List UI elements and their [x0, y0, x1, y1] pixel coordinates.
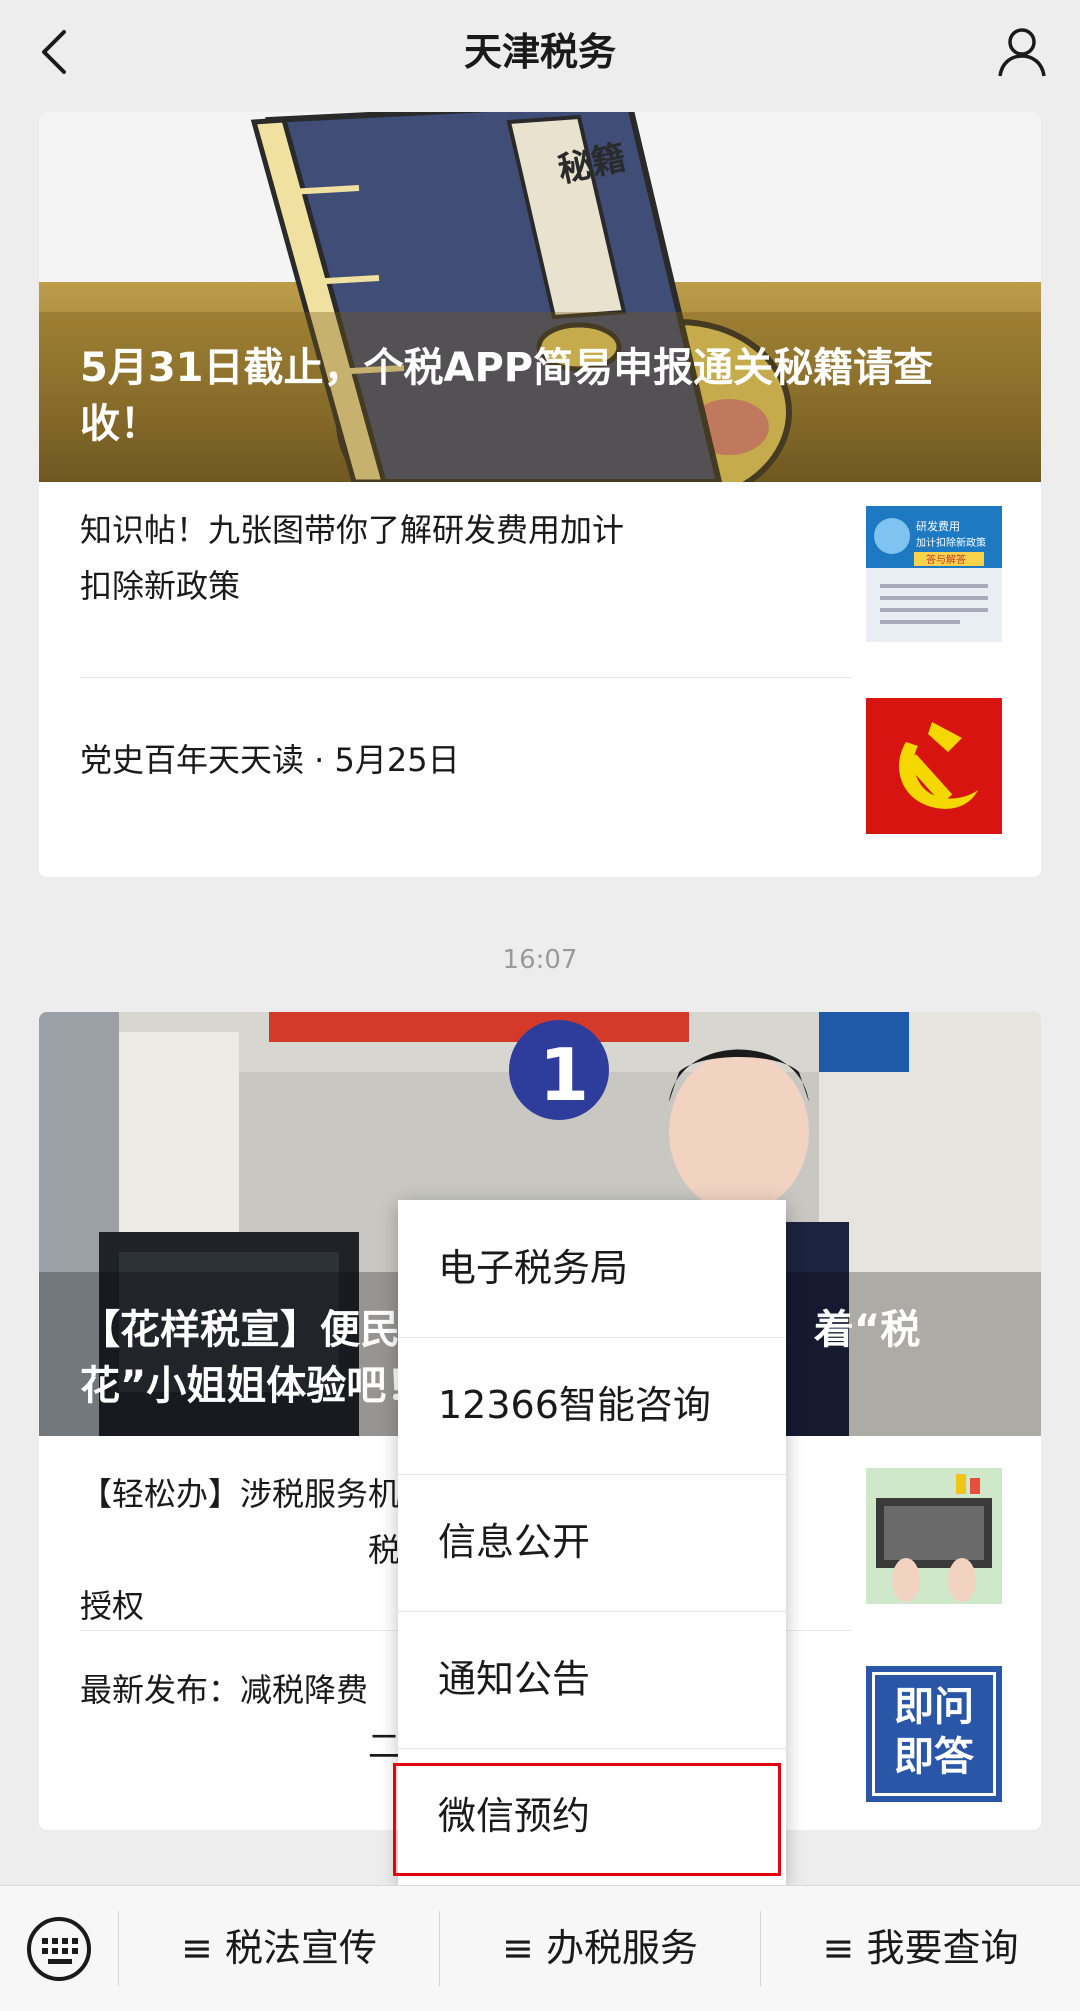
svg-text:加计扣除新政策: 加计扣除新政策: [916, 536, 986, 549]
tab-inquiry[interactable]: ≡ 我要查询: [761, 1886, 1080, 2011]
counter-number: 1: [539, 1033, 589, 1117]
page-title: 天津税务: [463, 30, 616, 74]
menu-item-e-tax-bureau[interactable]: 电子税务局: [398, 1200, 786, 1337]
svg-text:研发费用: 研发费用: [916, 519, 960, 533]
article-hero-title: 5月31日截止，个税APP简易申报通关秘籍请查收！: [80, 345, 934, 447]
tab-tax-services[interactable]: ≡ 办税服务: [440, 1886, 760, 2011]
qa-thumbnail: 即问 即答: [866, 1666, 1002, 1802]
article-item-title: 党史百年天天读 · 5月25日: [80, 741, 460, 779]
article-thumbnail: 研发费用 加计扣除新政策 答与解答: [866, 506, 1002, 642]
party-emblem-icon: [866, 698, 1002, 834]
article-list-item[interactable]: 党史百年天天读 · 5月25日: [39, 687, 1041, 837]
menu-item-12366-consult[interactable]: 12366智能咨询: [398, 1337, 786, 1474]
header: 天津税务: [0, 0, 1080, 104]
article-card-1: 秘籍 5月31日截止，个税APP简易申报通关秘籍请查收！ 知识帖！九张图带你了解…: [39, 112, 1041, 877]
menu-item-notices[interactable]: 通知公告: [398, 1611, 786, 1748]
article-item-title: 知识帖！九张图带你了解研发费用加计扣除新政策: [80, 511, 625, 605]
message-timestamp: 16:07: [502, 945, 578, 975]
menu-item-info-disclosure[interactable]: 信息公开: [398, 1474, 786, 1611]
item-divider: [80, 677, 852, 678]
keyboard-hands-thumbnail: [866, 1468, 1002, 1604]
article-list-item[interactable]: 知识帖！九张图带你了解研发费用加计扣除新政策 研发费用 加计扣除新政策 答与解答: [39, 482, 1041, 642]
keyboard-icon[interactable]: [26, 1916, 92, 1982]
svg-text:答与解答: 答与解答: [926, 553, 966, 566]
tab-tax-law-promotion[interactable]: ≡ 税法宣传: [119, 1886, 439, 2011]
bottom-menu-bar: ≡ 税法宣传 ≡ 办税服务 ≡ 我要查询: [0, 1885, 1080, 2011]
profile-icon[interactable]: [994, 24, 1050, 80]
highlight-box: [393, 1763, 781, 1876]
article-hero-1[interactable]: 秘籍 5月31日截止，个税APP简易申报通关秘籍请查收！: [39, 112, 1041, 482]
